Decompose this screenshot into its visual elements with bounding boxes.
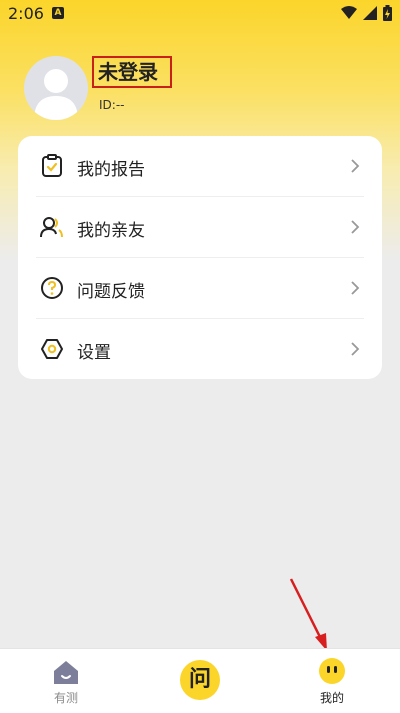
avatar[interactable] (24, 56, 88, 120)
tab-youce[interactable]: 有测 (26, 649, 106, 713)
status-bar: 2:06 A (0, 0, 400, 28)
status-time: 2:06 (8, 4, 44, 23)
menu-card: 我的报告 我的亲友 问题反馈 设置 (18, 136, 382, 379)
mine-face-icon (319, 658, 345, 684)
menu-item-feedback[interactable]: 问题反馈 (18, 258, 382, 318)
default-avatar-icon (34, 69, 78, 120)
menu-item-settings[interactable]: 设置 (18, 319, 382, 379)
menu-item-my-friends[interactable]: 我的亲友 (18, 197, 382, 257)
annotation-arrow-icon (289, 578, 327, 651)
menu-item-label: 我的亲友 (77, 221, 145, 241)
notification-a-icon: A (52, 7, 64, 19)
settings-gear-icon (41, 339, 63, 359)
login-status-title[interactable]: 未登录 (92, 56, 172, 88)
tab-label: 有测 (53, 691, 78, 705)
tab-label: 我的 (319, 691, 344, 705)
report-clipboard-icon (42, 154, 62, 177)
wifi-icon (341, 6, 357, 19)
ask-center-button[interactable]: 问 (180, 660, 220, 700)
chevron-right-icon (351, 220, 360, 234)
menu-item-label: 设置 (77, 343, 111, 363)
menu-item-label: 问题反馈 (77, 282, 145, 302)
home-house-icon (54, 661, 78, 684)
signal-icon (363, 6, 377, 20)
battery-charging-icon (383, 5, 392, 21)
menu-item-my-report[interactable]: 我的报告 (18, 136, 382, 196)
chevron-right-icon (351, 342, 360, 356)
tab-mine[interactable]: 我的 (292, 649, 372, 713)
friends-icon (40, 217, 63, 238)
question-circle-icon (41, 277, 63, 299)
chevron-right-icon (351, 159, 360, 173)
menu-item-label: 我的报告 (77, 160, 145, 180)
chevron-right-icon (351, 281, 360, 295)
user-id: ID:-- (99, 98, 125, 112)
